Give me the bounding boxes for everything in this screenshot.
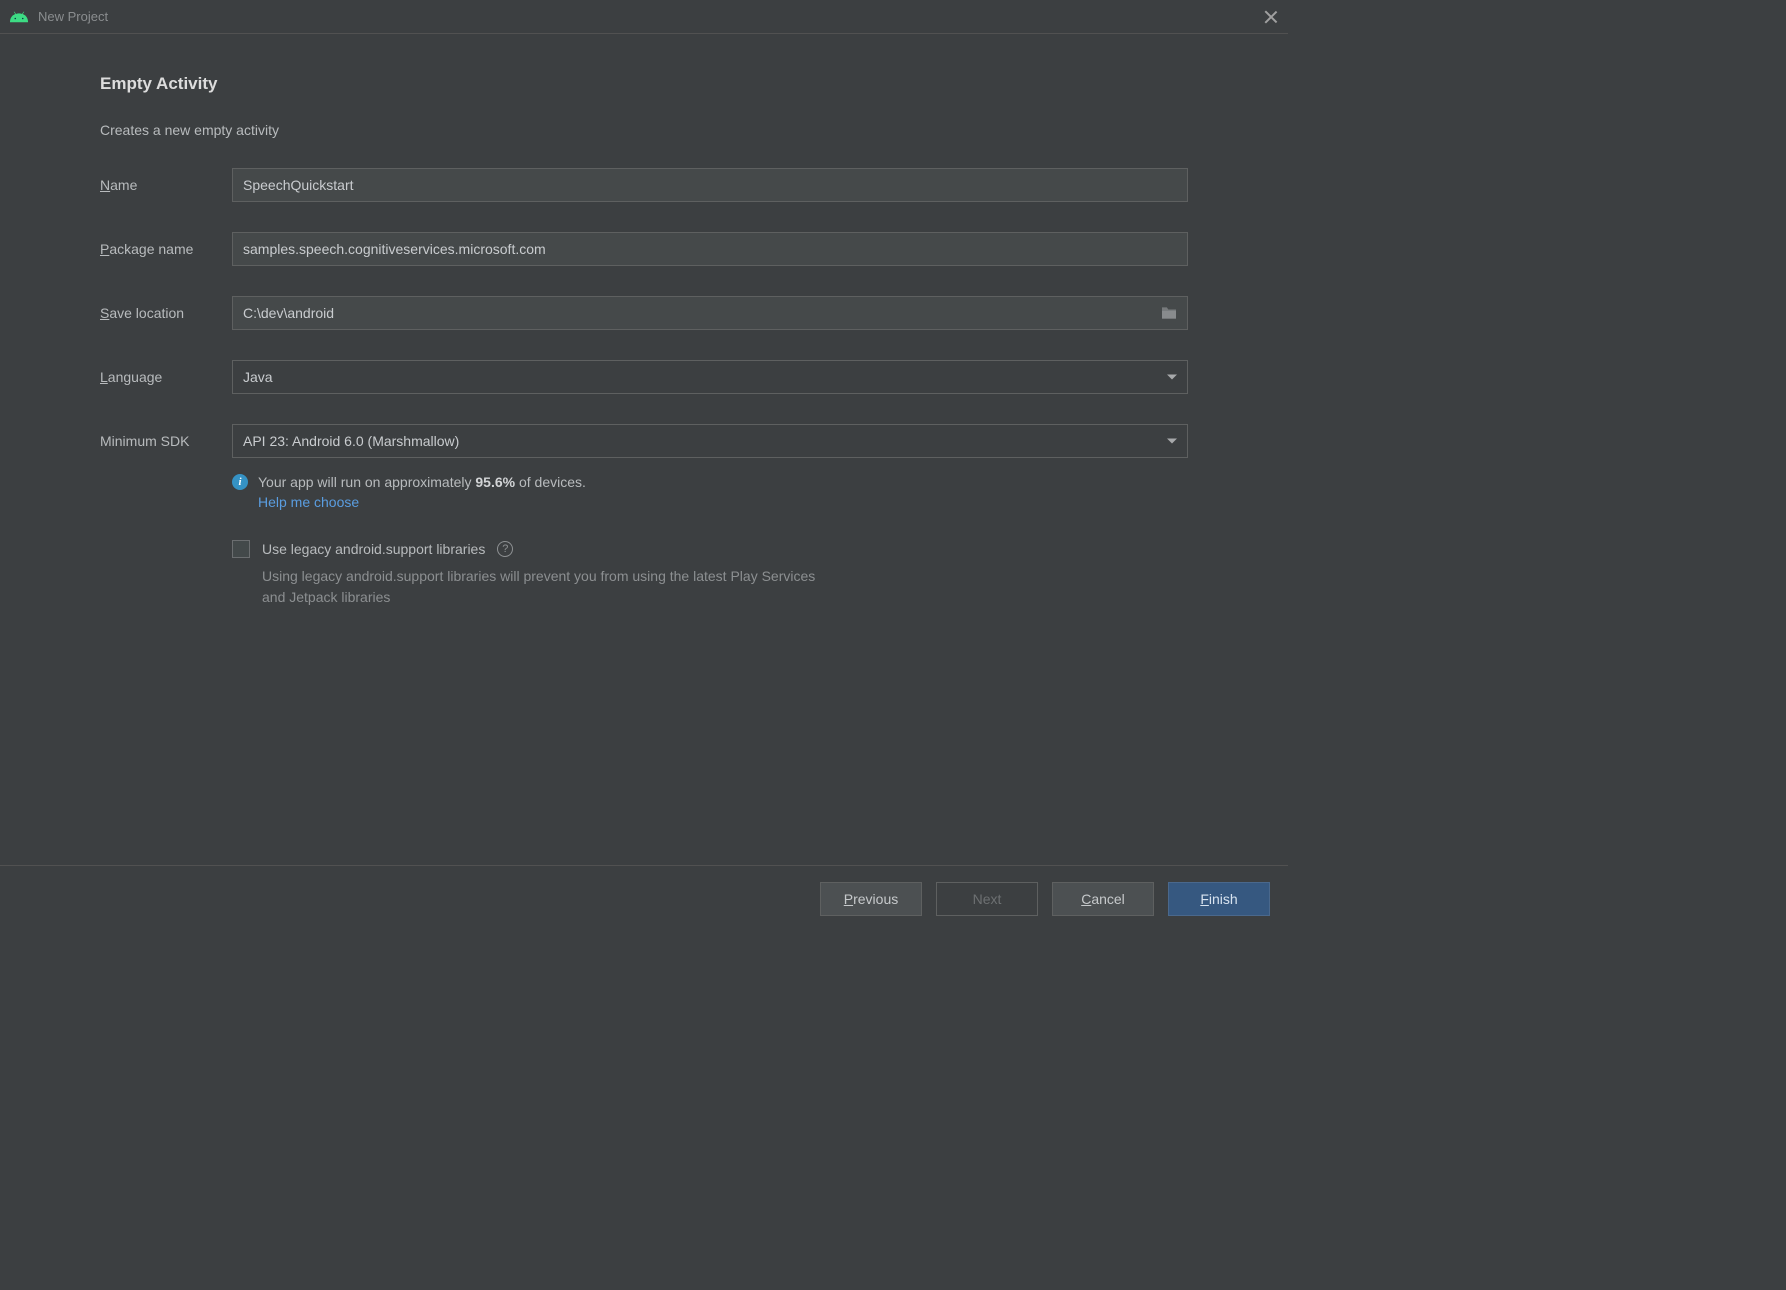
finish-button[interactable]: Finish: [1168, 882, 1270, 916]
page-title: Empty Activity: [100, 74, 1188, 94]
titlebar: New Project: [0, 0, 1288, 34]
row-save-location: Save location: [100, 296, 1188, 330]
name-input[interactable]: [232, 168, 1188, 202]
new-project-dialog: New Project Empty Activity Creates a new…: [0, 0, 1288, 931]
language-select[interactable]: Java: [232, 360, 1188, 394]
next-button: Next: [936, 882, 1038, 916]
label-language: Language: [100, 369, 232, 385]
legacy-note: Using legacy android.support libraries w…: [262, 566, 822, 608]
package-input[interactable]: [232, 232, 1188, 266]
sdk-coverage-text: Your app will run on approximately 95.6%…: [258, 474, 586, 490]
help-me-choose-link[interactable]: Help me choose: [258, 494, 1188, 510]
chevron-down-icon: [1167, 375, 1177, 380]
previous-button[interactable]: Previous: [820, 882, 922, 916]
label-package: Package name: [100, 241, 232, 257]
label-min-sdk: Minimum SDK: [100, 433, 232, 449]
android-icon: [10, 11, 28, 23]
row-language: Language Java: [100, 360, 1188, 394]
window-title: New Project: [38, 9, 1264, 24]
min-sdk-value: API 23: Android 6.0 (Marshmallow): [243, 433, 459, 449]
row-name: Name: [100, 168, 1188, 202]
close-icon[interactable]: [1264, 10, 1278, 24]
legacy-block: Use legacy android.support libraries ? U…: [232, 540, 1188, 608]
page-description: Creates a new empty activity: [100, 122, 1188, 138]
language-value: Java: [243, 369, 273, 385]
chevron-down-icon: [1167, 439, 1177, 444]
min-sdk-select[interactable]: API 23: Android 6.0 (Marshmallow): [232, 424, 1188, 458]
help-icon[interactable]: ?: [497, 541, 513, 557]
row-package: Package name: [100, 232, 1188, 266]
save-location-input[interactable]: [232, 296, 1188, 330]
label-save-location: Save location: [100, 305, 232, 321]
row-min-sdk: Minimum SDK API 23: Android 6.0 (Marshma…: [100, 424, 1188, 458]
browse-folder-icon[interactable]: [1160, 306, 1178, 320]
legacy-checkbox[interactable]: [232, 540, 250, 558]
info-icon: i: [232, 474, 248, 490]
legacy-checkbox-label: Use legacy android.support libraries: [262, 541, 485, 557]
dialog-footer: Previous Next Cancel Finish: [0, 865, 1288, 931]
cancel-button[interactable]: Cancel: [1052, 882, 1154, 916]
label-name: Name: [100, 177, 232, 193]
sdk-info: i Your app will run on approximately 95.…: [232, 474, 1188, 510]
dialog-content: Empty Activity Creates a new empty activ…: [0, 34, 1288, 865]
